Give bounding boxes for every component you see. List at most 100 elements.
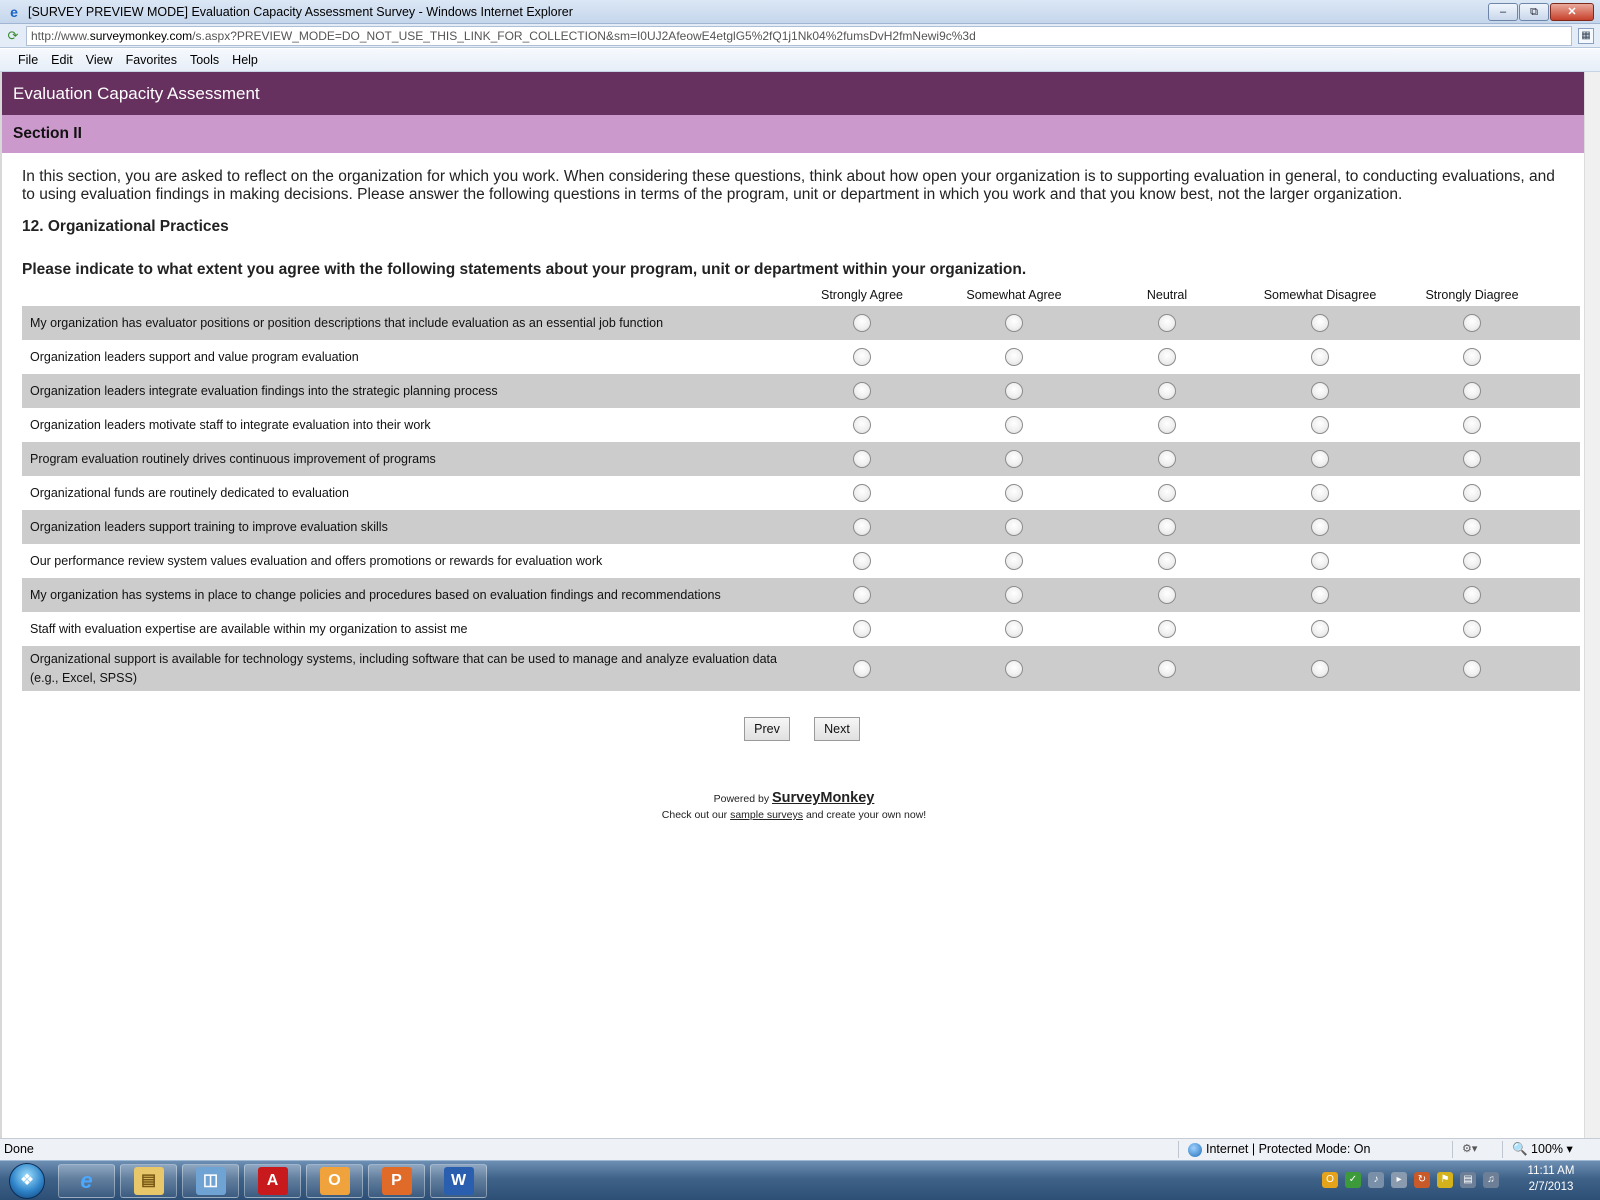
surveymonkey-link[interactable]: SurveyMonkey bbox=[772, 790, 874, 806]
powered-by: Powered by SurveyMonkey bbox=[2, 790, 1584, 806]
volume-icon[interactable]: ♫ bbox=[1483, 1172, 1499, 1188]
menu-file[interactable]: File bbox=[12, 53, 45, 67]
radio-option[interactable] bbox=[1158, 348, 1176, 366]
sync-icon[interactable]: ↻ bbox=[1414, 1172, 1430, 1188]
radio-option[interactable] bbox=[853, 586, 871, 604]
radio-option[interactable] bbox=[1463, 314, 1481, 332]
statement-label: My organization has systems in place to … bbox=[30, 587, 721, 602]
radio-option[interactable] bbox=[1005, 620, 1023, 638]
status-text: Done bbox=[4, 1142, 34, 1156]
menu-view[interactable]: View bbox=[80, 53, 120, 67]
radio-option[interactable] bbox=[1005, 314, 1023, 332]
radio-option[interactable] bbox=[1005, 416, 1023, 434]
radio-option[interactable] bbox=[1311, 484, 1329, 502]
taskbar-outlook[interactable]: O bbox=[306, 1164, 363, 1198]
addons-icon[interactable]: ⚙▾ bbox=[1462, 1139, 1477, 1160]
security-shield-icon[interactable]: ✓ bbox=[1345, 1172, 1361, 1188]
url-prefix: http://www. bbox=[31, 28, 90, 43]
radio-option[interactable] bbox=[1158, 659, 1176, 678]
radio-option[interactable] bbox=[1311, 620, 1329, 638]
radio-option[interactable] bbox=[1158, 382, 1176, 400]
next-button[interactable]: Next bbox=[814, 717, 860, 741]
sample-surveys-link[interactable]: sample surveys bbox=[730, 809, 803, 821]
radio-option[interactable] bbox=[1311, 552, 1329, 570]
radio-option[interactable] bbox=[1311, 450, 1329, 468]
network-tray-icon[interactable]: ▤ bbox=[1460, 1172, 1476, 1188]
radio-option[interactable] bbox=[1463, 450, 1481, 468]
radio-option[interactable] bbox=[1158, 586, 1176, 604]
taskbar-word[interactable]: W bbox=[430, 1164, 487, 1198]
vertical-scrollbar[interactable] bbox=[1584, 72, 1600, 1138]
status-separator bbox=[1452, 1141, 1453, 1158]
flag-icon[interactable]: ⚑ bbox=[1437, 1172, 1453, 1188]
radio-option[interactable] bbox=[1311, 314, 1329, 332]
radio-option[interactable] bbox=[1005, 518, 1023, 536]
radio-option[interactable] bbox=[1463, 484, 1481, 502]
taskbar-file-explorer[interactable]: ▤ bbox=[120, 1164, 177, 1198]
radio-option[interactable] bbox=[1311, 382, 1329, 400]
radio-option[interactable] bbox=[1005, 659, 1023, 678]
radio-option[interactable] bbox=[1158, 484, 1176, 502]
radio-option[interactable] bbox=[853, 450, 871, 468]
radio-option[interactable] bbox=[1311, 348, 1329, 366]
radio-option[interactable] bbox=[1463, 382, 1481, 400]
start-button[interactable]: ❖ bbox=[2, 1162, 54, 1200]
radio-option[interactable] bbox=[1463, 416, 1481, 434]
taskbar-clock[interactable]: 11:11 AM 2/7/2013 bbox=[1516, 1163, 1586, 1195]
security-zone[interactable]: Internet | Protected Mode: On bbox=[1188, 1139, 1370, 1160]
radio-option[interactable] bbox=[1005, 450, 1023, 468]
radio-option[interactable] bbox=[853, 552, 871, 570]
radio-option[interactable] bbox=[1005, 552, 1023, 570]
taskbar-internet-explorer[interactable]: e bbox=[58, 1164, 115, 1198]
radio-option[interactable] bbox=[1463, 620, 1481, 638]
checkout-line: Check out our sample surveys and create … bbox=[2, 809, 1584, 821]
prev-button[interactable]: Prev bbox=[744, 717, 790, 741]
url-field[interactable]: http://www.surveymonkey.com/s.aspx?PREVI… bbox=[26, 25, 1572, 46]
taskbar-powerpoint[interactable]: P bbox=[368, 1164, 425, 1198]
radio-option[interactable] bbox=[1311, 518, 1329, 536]
menu-edit[interactable]: Edit bbox=[45, 53, 80, 67]
radio-option[interactable] bbox=[853, 518, 871, 536]
radio-option[interactable] bbox=[1463, 552, 1481, 570]
arrow-icon[interactable]: ▸ bbox=[1391, 1172, 1407, 1188]
radio-option[interactable] bbox=[1158, 416, 1176, 434]
radio-option[interactable] bbox=[853, 348, 871, 366]
radio-option[interactable] bbox=[853, 484, 871, 502]
restore-button[interactable]: ⧉ bbox=[1519, 2, 1549, 21]
radio-option[interactable] bbox=[1463, 348, 1481, 366]
speaker-icon[interactable]: ♪ bbox=[1368, 1172, 1384, 1188]
radio-option[interactable] bbox=[1158, 552, 1176, 570]
radio-option[interactable] bbox=[1158, 518, 1176, 536]
radio-option[interactable] bbox=[1005, 348, 1023, 366]
menu-tools[interactable]: Tools bbox=[184, 53, 226, 67]
radio-option[interactable] bbox=[1311, 416, 1329, 434]
menu-help[interactable]: Help bbox=[226, 53, 265, 67]
close-button[interactable]: ✕ bbox=[1550, 2, 1594, 21]
radio-option[interactable] bbox=[853, 382, 871, 400]
taskbar-adobe-reader[interactable]: A bbox=[244, 1164, 301, 1198]
loading-icon: ⟳ bbox=[7, 27, 19, 43]
internet-explorer-icon: e bbox=[80, 1168, 93, 1193]
radio-option[interactable] bbox=[1158, 620, 1176, 638]
radio-option[interactable] bbox=[1005, 484, 1023, 502]
radio-option[interactable] bbox=[853, 314, 871, 332]
radio-option[interactable] bbox=[1158, 450, 1176, 468]
radio-option[interactable] bbox=[1311, 659, 1329, 678]
radio-option[interactable] bbox=[853, 620, 871, 638]
radio-option[interactable] bbox=[1463, 518, 1481, 536]
radio-option[interactable] bbox=[1463, 586, 1481, 604]
radio-option[interactable] bbox=[1005, 382, 1023, 400]
radio-option[interactable] bbox=[1311, 586, 1329, 604]
compatibility-view-icon[interactable]: ▦ bbox=[1578, 27, 1594, 44]
menu-favorites[interactable]: Favorites bbox=[120, 53, 184, 67]
zoom-level[interactable]: 🔍 100% ▾ bbox=[1512, 1139, 1573, 1160]
taskbar-network-app[interactable]: ◫ bbox=[182, 1164, 239, 1198]
outlook-tray-icon[interactable]: O bbox=[1322, 1172, 1338, 1188]
minimize-button[interactable]: – bbox=[1488, 2, 1518, 21]
radio-option[interactable] bbox=[1463, 659, 1481, 678]
radio-option[interactable] bbox=[1005, 586, 1023, 604]
radio-option[interactable] bbox=[853, 659, 871, 678]
radio-option[interactable] bbox=[853, 416, 871, 434]
radio-option[interactable] bbox=[1158, 314, 1176, 332]
globe-icon bbox=[1188, 1142, 1202, 1157]
